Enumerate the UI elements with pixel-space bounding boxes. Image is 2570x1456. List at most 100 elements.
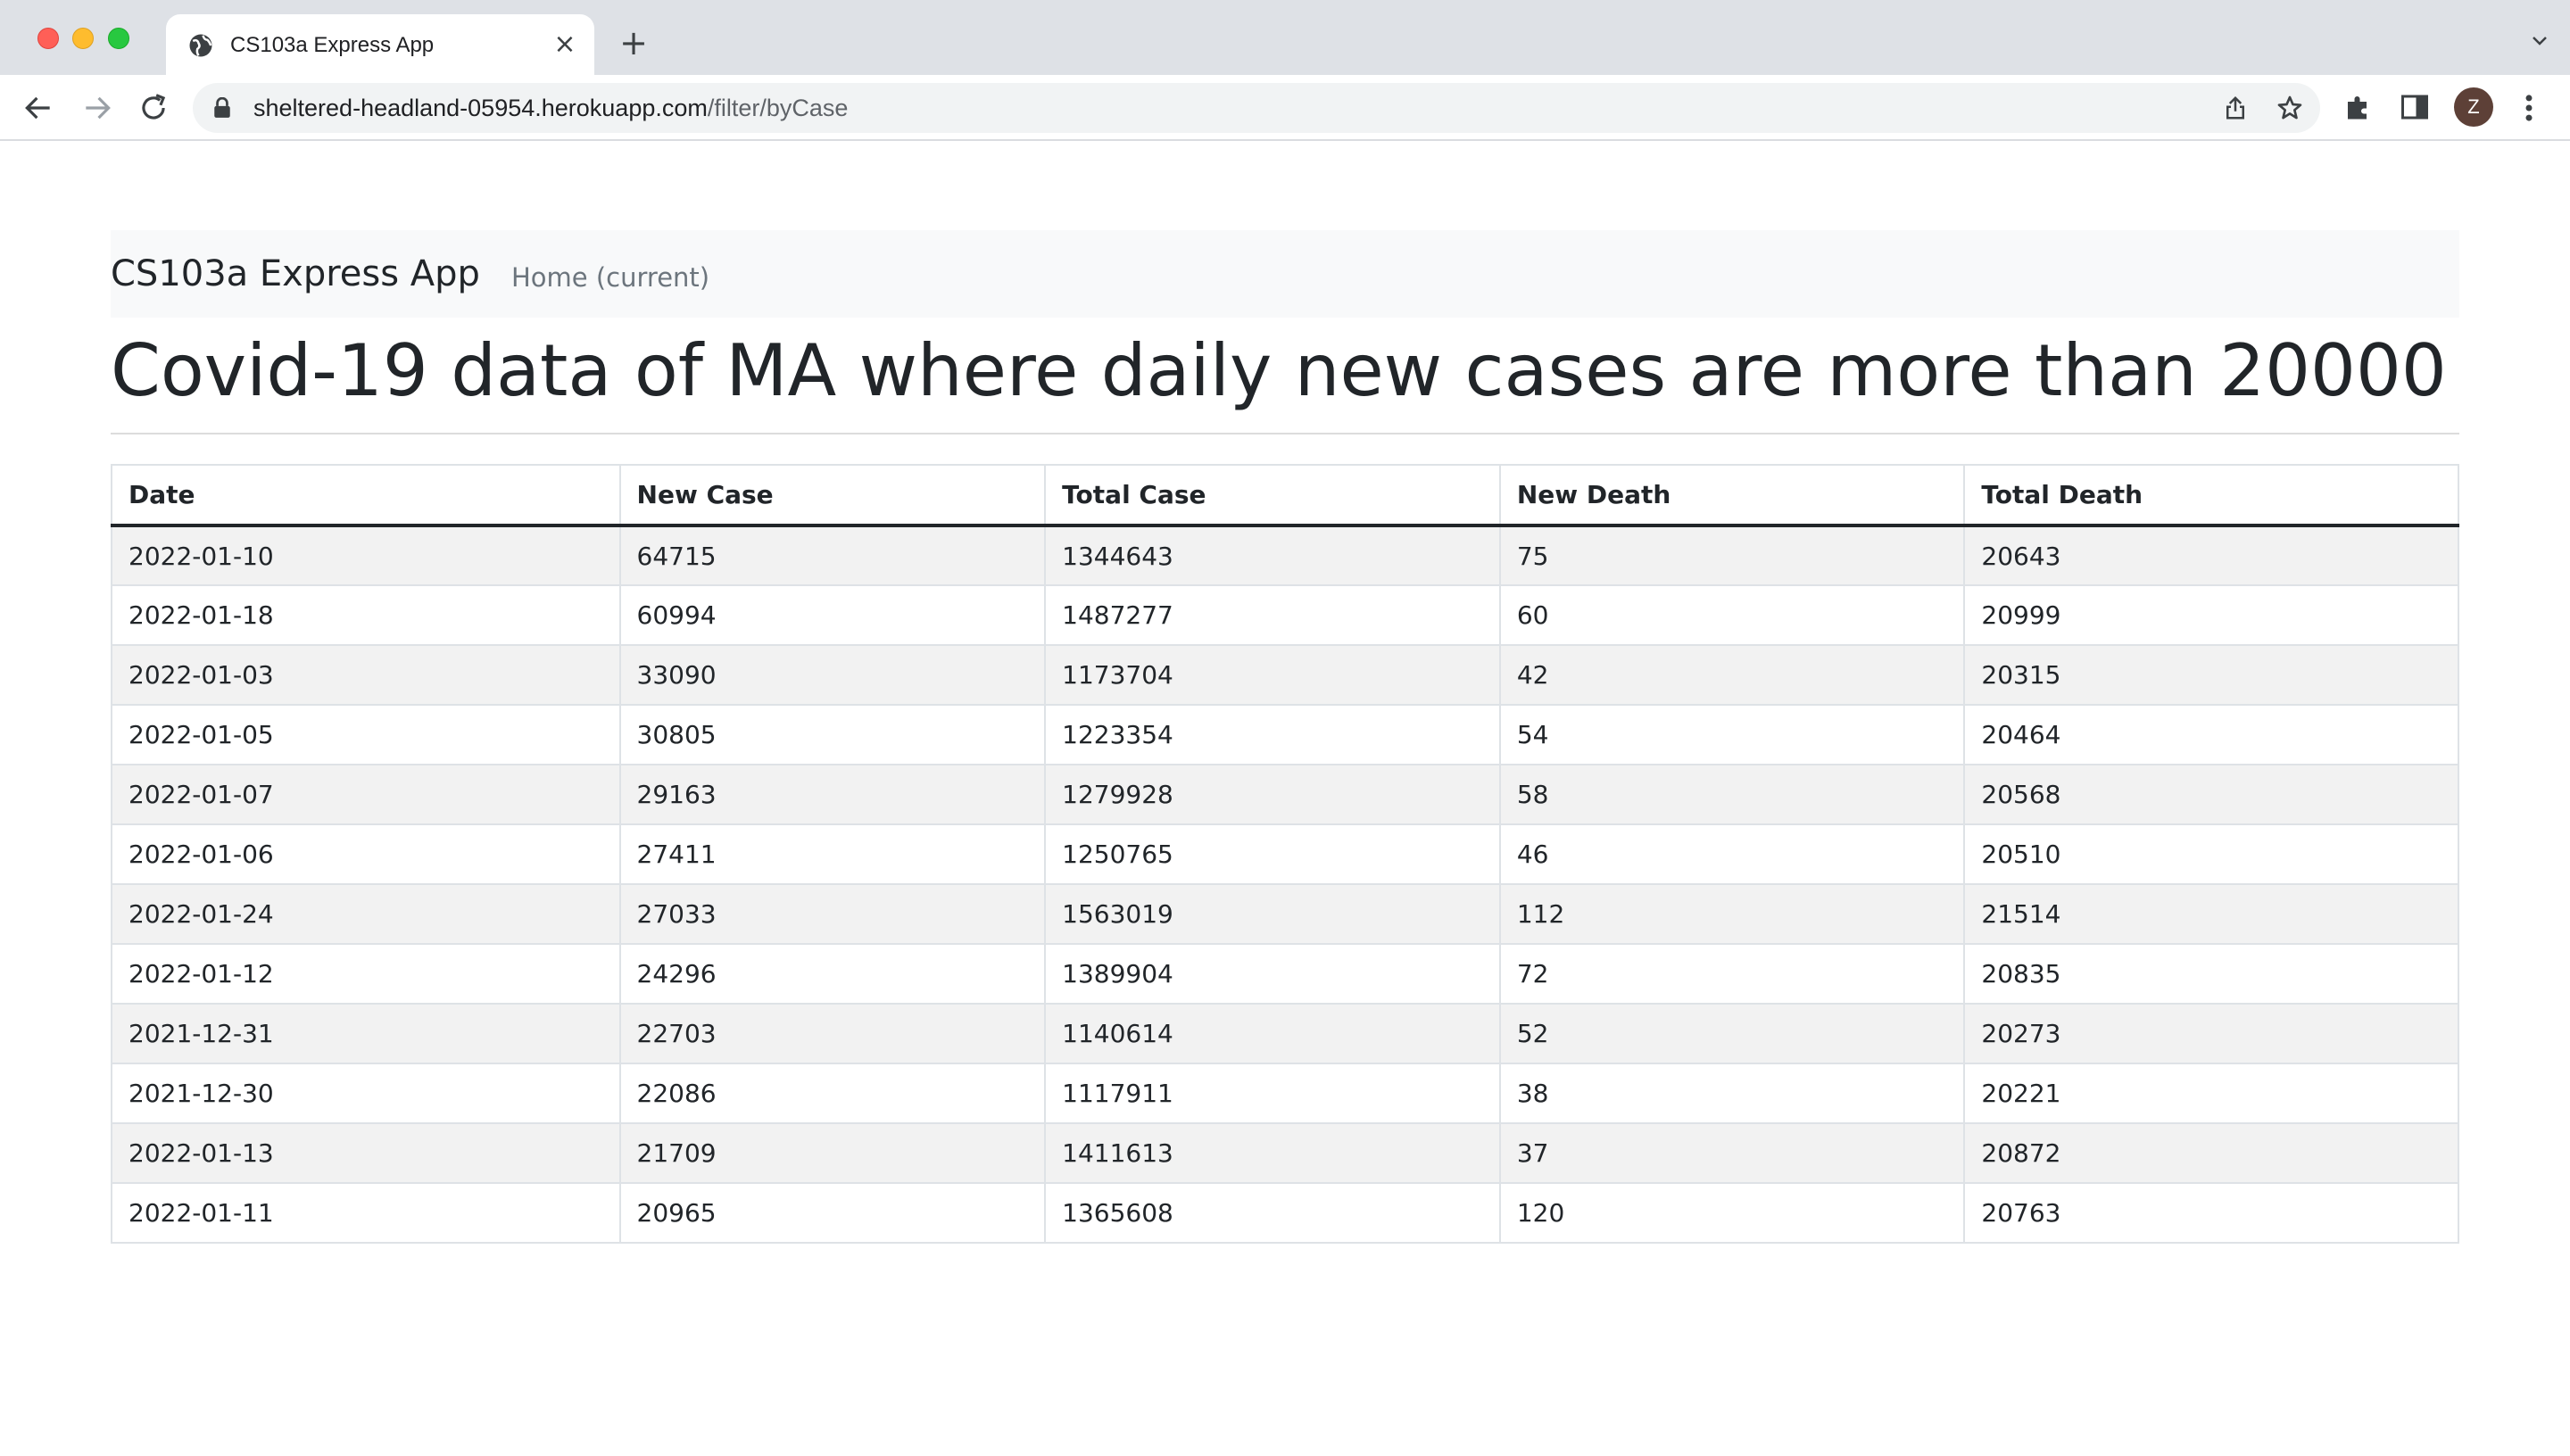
table-body: 2022-01-10 64715 1344643 75 20643 2022-01-18 6…	[111, 525, 2459, 1244]
total-death-cell: 20872	[1963, 1122, 2459, 1184]
column-header-total-death: Total Death	[1963, 464, 2459, 527]
table-row: 2022-01-10 64715 1344643 75 20643	[111, 525, 2459, 586]
url-host: sheltered-headland-05954.herokuapp.com	[253, 95, 708, 121]
date-cell: 2021-12-30	[111, 1063, 621, 1124]
reload-icon[interactable]	[137, 91, 170, 125]
side-panel-icon[interactable]	[2399, 91, 2431, 123]
table-row: 2022-01-24 27033 1563019 112 21514	[111, 883, 2459, 945]
total-case-cell: 1344643	[1044, 525, 1501, 586]
nav-link-home[interactable]: Home (current)	[511, 260, 709, 295]
extensions-puzzle-icon[interactable]	[2342, 91, 2375, 123]
new-death-cell: 112	[1498, 883, 1966, 945]
browser-tab[interactable]: CS103a Express App ×	[166, 14, 594, 75]
date-cell: 2022-01-24	[111, 883, 621, 945]
new-case-cell: 27411	[618, 823, 1047, 885]
new-death-cell: 75	[1498, 525, 1966, 586]
table-row: 2022-01-18 60994 1487277 60 20999	[111, 584, 2459, 646]
new-death-cell: 58	[1498, 764, 1966, 825]
total-death-cell: 20273	[1963, 1003, 2459, 1064]
more-vertical-icon[interactable]	[2518, 91, 2540, 125]
divider	[111, 433, 2459, 434]
table-row: 2022-01-07 29163 1279928 58 20568	[111, 764, 2459, 825]
total-death-cell: 20568	[1963, 764, 2459, 825]
total-death-cell: 20315	[1963, 644, 2459, 706]
back-arrow-icon[interactable]	[21, 91, 55, 125]
table-header-row: Date New Case Total Case New Death Total…	[111, 464, 2459, 527]
column-header-total-case: Total Case	[1044, 464, 1501, 527]
browser-tab-bar: CS103a Express App × +	[0, 0, 2570, 75]
new-case-cell: 20965	[618, 1182, 1047, 1244]
url-text[interactable]: sheltered-headland-05954.herokuapp.com/f…	[253, 92, 848, 124]
new-death-cell: 46	[1498, 823, 1966, 885]
new-death-cell: 37	[1498, 1122, 1966, 1184]
total-case-cell: 1173704	[1044, 644, 1501, 706]
table-row: 2021-12-31 22703 1140614 52 20273	[111, 1003, 2459, 1064]
new-death-cell: 72	[1498, 943, 1966, 1005]
total-case-cell: 1365608	[1044, 1182, 1501, 1244]
total-death-cell: 20221	[1963, 1063, 2459, 1124]
page-content: CS103a Express App Home (current) Covid-…	[0, 141, 2570, 1456]
new-death-cell: 52	[1498, 1003, 1966, 1064]
table-row: 2022-01-05 30805 1223354 54 20464	[111, 704, 2459, 765]
share-icon[interactable]	[2222, 95, 2249, 121]
new-death-cell: 60	[1498, 584, 1966, 646]
date-cell: 2022-01-10	[111, 525, 621, 586]
new-case-cell: 30805	[618, 704, 1047, 765]
column-header-date: Date	[111, 464, 621, 527]
profile-avatar[interactable]: Z	[2454, 87, 2493, 127]
total-case-cell: 1279928	[1044, 764, 1501, 825]
total-death-cell: 20999	[1963, 584, 2459, 646]
date-cell: 2021-12-31	[111, 1003, 621, 1064]
total-case-cell: 1140614	[1044, 1003, 1501, 1064]
navbar-brand[interactable]: CS103a Express App	[111, 252, 480, 296]
total-case-cell: 1487277	[1044, 584, 1501, 646]
total-case-cell: 1563019	[1044, 883, 1501, 945]
new-death-cell: 38	[1498, 1063, 1966, 1124]
close-window-button[interactable]	[37, 28, 59, 49]
new-case-cell: 64715	[618, 525, 1047, 586]
chevron-down-icon[interactable]	[2529, 30, 2550, 52]
table-row: 2022-01-12 24296 1389904 72 20835	[111, 943, 2459, 1005]
close-tab-icon[interactable]: ×	[550, 29, 580, 60]
total-case-cell: 1223354	[1044, 704, 1501, 765]
total-death-cell: 20464	[1963, 704, 2459, 765]
browser-toolbar: sheltered-headland-05954.herokuapp.com/f…	[0, 75, 2570, 141]
new-death-cell: 120	[1498, 1182, 1966, 1244]
covid-data-table: Date New Case Total Case New Death Total…	[111, 464, 2459, 1244]
table-row: 2022-01-13 21709 1411613 37 20872	[111, 1122, 2459, 1184]
date-cell: 2022-01-12	[111, 943, 621, 1005]
forward-arrow-icon[interactable]	[80, 91, 114, 125]
date-cell: 2022-01-05	[111, 704, 621, 765]
table-row: 2022-01-11 20965 1365608 120 20763	[111, 1182, 2459, 1244]
total-case-cell: 1250765	[1044, 823, 1501, 885]
column-header-new-death: New Death	[1498, 464, 1966, 527]
total-death-cell: 20763	[1963, 1182, 2459, 1244]
total-case-cell: 1389904	[1044, 943, 1501, 1005]
minimize-window-button[interactable]	[72, 28, 94, 49]
new-case-cell: 21709	[618, 1122, 1047, 1184]
new-case-cell: 22703	[618, 1003, 1047, 1064]
tab-title: CS103a Express App	[230, 33, 435, 57]
date-cell: 2022-01-07	[111, 764, 621, 825]
table-row: 2021-12-30 22086 1117911 38 20221	[111, 1063, 2459, 1124]
new-tab-button[interactable]: +	[616, 25, 651, 61]
lock-icon[interactable]	[212, 97, 232, 119]
star-icon[interactable]	[2276, 94, 2304, 122]
total-case-cell: 1117911	[1044, 1063, 1501, 1124]
maximize-window-button[interactable]	[108, 28, 129, 49]
new-case-cell: 24296	[618, 943, 1047, 1005]
table-row: 2022-01-06 27411 1250765 46 20510	[111, 823, 2459, 885]
new-case-cell: 33090	[618, 644, 1047, 706]
total-death-cell: 21514	[1963, 883, 2459, 945]
date-cell: 2022-01-11	[111, 1182, 621, 1244]
url-path: /filter/byCase	[707, 95, 849, 121]
address-bar[interactable]: sheltered-headland-05954.herokuapp.com/f…	[193, 83, 2320, 133]
new-case-cell: 27033	[618, 883, 1047, 945]
date-cell: 2022-01-06	[111, 823, 621, 885]
total-death-cell: 20510	[1963, 823, 2459, 885]
site-navbar: CS103a Express App Home (current)	[111, 230, 2459, 318]
date-cell: 2022-01-13	[111, 1122, 621, 1184]
date-cell: 2022-01-03	[111, 644, 621, 706]
page-title: Covid-19 data of MA where daily new case…	[111, 329, 2447, 412]
new-case-cell: 22086	[618, 1063, 1047, 1124]
